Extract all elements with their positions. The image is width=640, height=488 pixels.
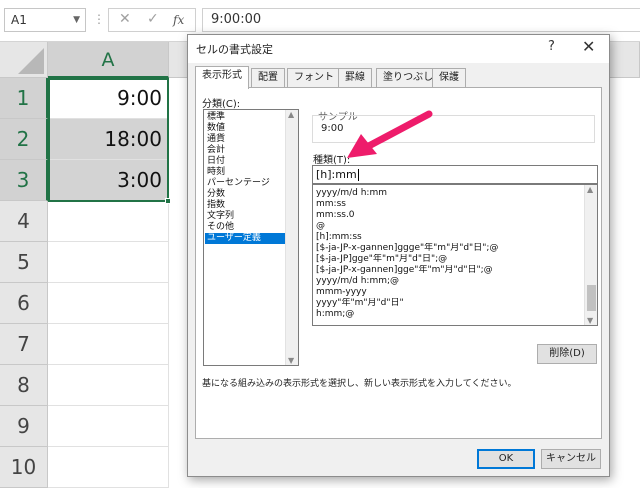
list-item[interactable]: 日付 [205, 156, 285, 167]
cancel-button[interactable]: キャンセル [541, 449, 601, 469]
list-item[interactable]: 指数 [205, 200, 285, 211]
tab-fill[interactable]: 塗りつぶし [376, 68, 441, 88]
category-list[interactable]: 標準 数値 通貨 会計 日付 時刻 パーセンテージ 分数 指数 文字列 その他 … [203, 109, 299, 366]
row-header-7[interactable]: 7 [0, 324, 48, 365]
cell-a6[interactable] [48, 283, 169, 324]
cell-a9[interactable] [48, 406, 169, 447]
number-tab-panel: 分類(C): 標準 数値 通貨 会計 日付 時刻 パーセンテージ 分数 指数 文… [195, 87, 602, 439]
list-item[interactable]: その他 [205, 222, 285, 233]
list-item[interactable]: [$-ja-JP-x-gannen]ggge"年"m"月"d"日";@ [315, 243, 577, 254]
select-all-button[interactable] [0, 42, 48, 78]
list-item[interactable]: [h]:mm:ss [315, 232, 577, 243]
list-item[interactable]: 通貨 [205, 134, 285, 145]
type-input-value: [h]:mm [316, 168, 357, 181]
tab-number[interactable]: 表示形式 [195, 66, 249, 89]
fill-handle[interactable] [165, 198, 171, 204]
list-item[interactable]: パーセンテージ [205, 178, 285, 189]
format-code-list[interactable]: yyyy/m/d h:mm mm:ss mm:ss.0 @ [h]:mm:ss … [312, 184, 598, 326]
scroll-up-icon[interactable]: ▲ [587, 185, 593, 194]
insert-function-icon[interactable]: fx [173, 13, 184, 27]
list-item[interactable]: 文字列 [205, 211, 285, 222]
cell-a3[interactable]: 3:00 [48, 160, 169, 201]
dialog-title: セルの書式設定 [196, 43, 273, 56]
list-item[interactable]: @ [315, 221, 577, 232]
scroll-thumb[interactable] [587, 285, 596, 311]
category-scrollbar[interactable]: ▲ ▼ [285, 110, 298, 365]
cell-a4[interactable] [48, 201, 169, 242]
chevron-down-icon[interactable]: ▼ [73, 9, 80, 31]
scroll-down-icon[interactable]: ▼ [587, 316, 593, 325]
list-item[interactable]: 標準 [205, 112, 285, 123]
list-item[interactable]: mm:ss [315, 199, 577, 210]
scroll-up-icon[interactable]: ▲ [288, 110, 294, 119]
list-item[interactable]: 時刻 [205, 167, 285, 178]
format-cells-dialog: セルの書式設定 ? ✕ 表示形式 配置 フォント 罫線 塗りつぶし 保護 分類(… [187, 34, 610, 477]
cell-a5[interactable] [48, 242, 169, 283]
list-item[interactable]: [$-ja-JP]gge"年"m"月"d"日";@ [315, 254, 577, 265]
cell-a1[interactable]: 9:00 [48, 78, 169, 119]
sample-group: 9:00 [312, 115, 595, 143]
delete-button[interactable]: 削除(D) [537, 344, 597, 364]
cell-a2[interactable]: 18:00 [48, 119, 169, 160]
row-header-2[interactable]: 2 [0, 119, 48, 160]
row-header-5[interactable]: 5 [0, 242, 48, 283]
row-header-3[interactable]: 3 [0, 160, 48, 201]
list-item[interactable]: mm:ss.0 [315, 210, 577, 221]
row-header-10[interactable]: 10 [0, 447, 48, 488]
row-header-8[interactable]: 8 [0, 365, 48, 406]
type-input[interactable]: [h]:mm [312, 165, 598, 184]
cancel-entry-icon[interactable]: ✕ [119, 11, 131, 27]
tab-border[interactable]: 罫線 [338, 68, 372, 88]
ok-button[interactable]: OK [477, 449, 535, 469]
text-caret [357, 169, 359, 181]
name-box-value: A1 [11, 13, 27, 27]
sample-value: 9:00 [321, 123, 344, 134]
confirm-entry-icon[interactable]: ✓ [147, 11, 159, 27]
list-item[interactable]: 数値 [205, 123, 285, 134]
list-item[interactable]: yyyy"年"m"月"d"日" [315, 298, 577, 309]
tab-alignment[interactable]: 配置 [251, 68, 285, 88]
row-header-6[interactable]: 6 [0, 283, 48, 324]
type-label: 種類(T): [313, 155, 351, 166]
list-item[interactable]: h:mm;@ [315, 309, 577, 320]
list-item[interactable]: yyyy/m/d h:mm [315, 188, 577, 199]
row-header-1[interactable]: 1 [0, 78, 48, 119]
name-box[interactable]: A1 ▼ [4, 8, 86, 32]
list-item[interactable]: [$-ja-JP-x-gannen]gge"年"m"月"d"日";@ [315, 265, 577, 276]
scroll-down-icon[interactable]: ▼ [288, 356, 294, 365]
cell-a8[interactable] [48, 365, 169, 406]
dialog-titlebar[interactable]: セルの書式設定 ? ✕ [188, 35, 609, 63]
list-item-selected[interactable]: ユーザー定義 [205, 233, 285, 244]
tab-font[interactable]: フォント [287, 68, 341, 88]
help-button[interactable]: ? [548, 39, 555, 54]
row-header-4[interactable]: 4 [0, 201, 48, 242]
list-item[interactable]: 会計 [205, 145, 285, 156]
format-description: 基になる組み込みの表示形式を選択し、新しい表示形式を入力してください。 [202, 379, 517, 389]
cell-a10[interactable] [48, 447, 169, 488]
category-label: 分類(C): [202, 99, 241, 110]
row-header-9[interactable]: 9 [0, 406, 48, 447]
column-header-a[interactable]: A [48, 42, 169, 78]
formula-buttons: ✕ ✓ fx [108, 8, 196, 32]
list-item[interactable]: 分数 [205, 189, 285, 200]
close-button[interactable]: ✕ [582, 37, 595, 56]
tab-protection[interactable]: 保護 [432, 68, 466, 88]
select-all-triangle-icon [18, 48, 44, 74]
cell-a7[interactable] [48, 324, 169, 365]
more-options-icon[interactable]: ⋮ [93, 12, 105, 26]
list-item[interactable]: yyyy/m/d h:mm;@ [315, 276, 577, 287]
list-item[interactable]: mmm-yyyy [315, 287, 577, 298]
format-list-scrollbar[interactable]: ▲ ▼ [584, 185, 597, 325]
formula-input[interactable]: 9:00:00 [202, 8, 640, 32]
